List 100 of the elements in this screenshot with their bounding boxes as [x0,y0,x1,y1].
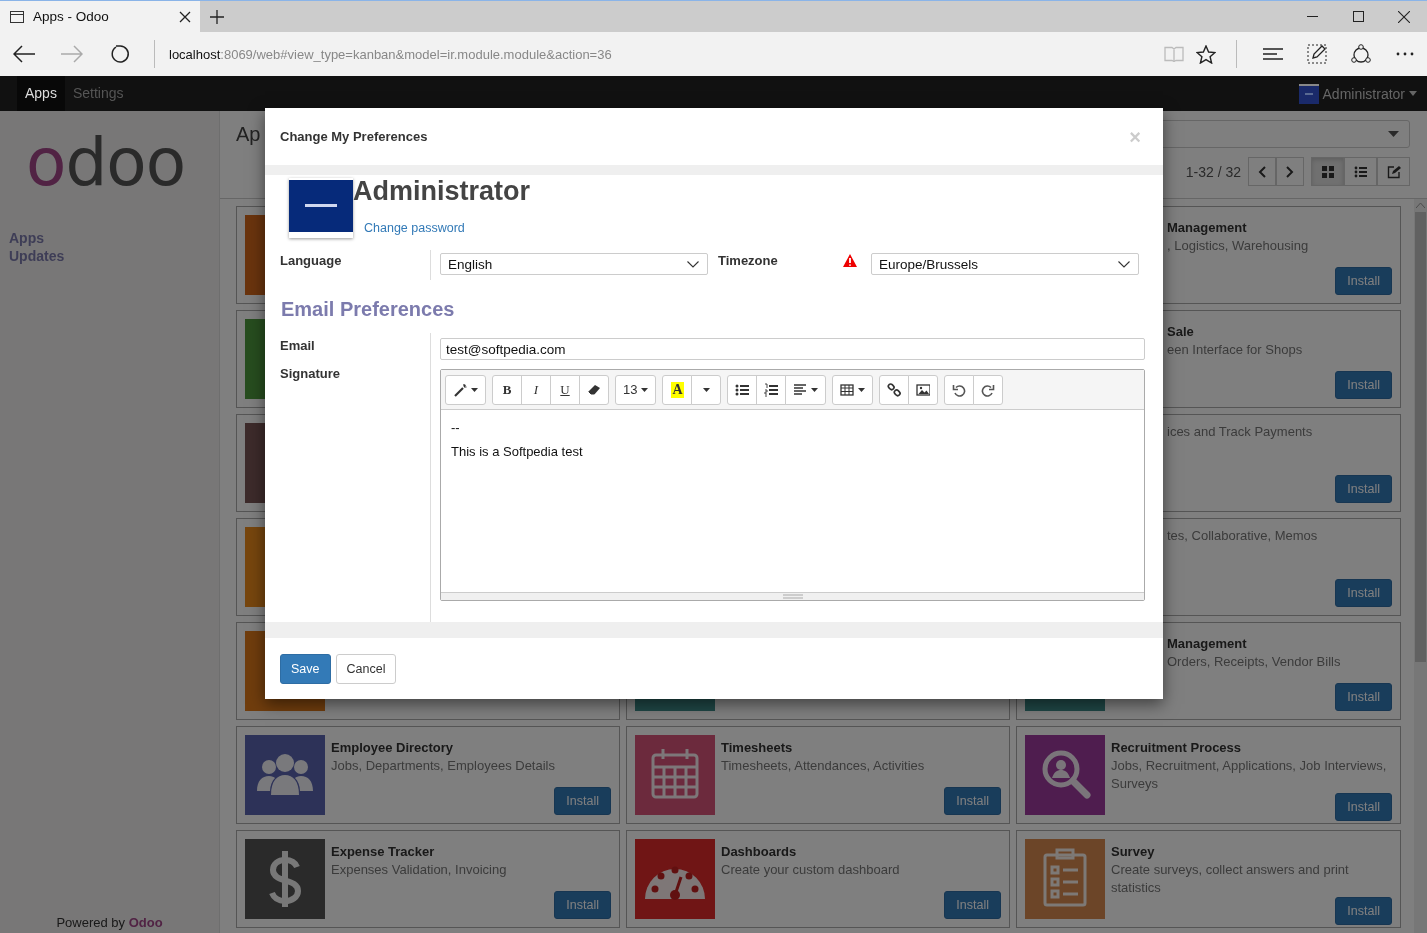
more-icon[interactable] [1396,52,1414,56]
page-icon [10,10,24,23]
language-select[interactable]: English [440,253,708,275]
form-view-button[interactable] [1377,157,1410,186]
app-summary: Create surveys, collect answers and print statistics [1111,861,1350,897]
kanban-view-button[interactable] [1311,157,1344,186]
note-icon[interactable] [1307,44,1327,64]
grid-icon [1320,164,1335,179]
odoo-link[interactable]: Odoo [128,915,163,930]
table-button[interactable] [832,374,874,405]
install-button[interactable]: Install [1335,683,1392,711]
maximize-icon[interactable] [1352,11,1364,22]
dialog-title: Change My Preferences [280,129,428,144]
people-icon [245,735,325,815]
image-icon [916,382,931,397]
install-button[interactable]: Install [554,787,611,815]
link-button[interactable] [879,374,910,405]
section-heading: Email Preferences [281,297,456,321]
eraser-button[interactable] [579,374,609,405]
resize-grip-icon[interactable] [782,594,803,599]
app-title: Management [1167,635,1248,653]
share-icon[interactable] [1350,44,1372,64]
install-button[interactable]: Install [1335,475,1392,503]
next-button[interactable] [1276,157,1304,186]
dollar-icon [245,839,325,919]
caret-icon [1388,131,1399,137]
install-button[interactable]: Install [944,787,1001,815]
scrollbar[interactable] [1414,199,1427,933]
install-button[interactable]: Install [554,891,611,919]
wand-icon [453,382,467,397]
timezone-select[interactable]: Europe/Brussels [871,253,1139,275]
eraser-icon [587,382,601,397]
wand-button[interactable] [445,374,486,405]
field-label: Timezone [718,253,779,268]
calendar-icon [635,735,715,815]
app-summary: Expenses Validation, Invoicing [331,861,508,879]
cancel-button[interactable]: Cancel [335,653,397,684]
undo-button[interactable] [944,374,975,405]
back-arrow-icon[interactable] [13,45,35,63]
signature-editor[interactable]: -- This is a Softpedia test [441,410,1144,592]
list-view-button[interactable] [1344,157,1377,186]
numbered-list-button[interactable] [756,374,787,405]
sidebar-item[interactable]: Updates [0,247,219,265]
app-summary: een Interface for Shops [1167,341,1304,359]
bold-button[interactable]: B [492,374,522,405]
change-password-link[interactable]: Change password [364,221,1145,238]
list-icon [1353,164,1368,179]
signature-text: -- [451,420,461,436]
browser-tab[interactable]: Apps - Odoo [0,1,200,32]
underline-button[interactable]: U [550,374,580,405]
font-size-button[interactable]: 13 [615,374,657,405]
email-field[interactable]: test@softpedia.com [440,338,1145,360]
menu-item[interactable]: Apps [17,76,65,111]
logo: odoo [25,123,187,203]
close-icon[interactable] [179,10,191,23]
gauge-icon [635,839,715,919]
app-title: Survey [1111,843,1156,861]
table-icon [840,382,855,397]
edit-icon [1386,164,1401,179]
install-button[interactable]: Install [1335,371,1392,399]
breadcrumb[interactable]: Ap [236,122,261,146]
chevron-right-icon [1286,165,1294,178]
menu-item[interactable]: Settings [64,76,132,111]
address-field[interactable]: localhost:8069/web#view_type=kanban&model=ir.module.module&action=36 [169,46,612,62]
close-icon[interactable] [1398,10,1410,23]
install-button[interactable]: Install [1335,267,1392,295]
star-icon[interactable] [1196,44,1216,64]
app-summary: Create your custom dashboard [721,861,901,879]
pager-text: 1-32 / 32 [1185,163,1241,180]
bullet-list-button[interactable] [727,374,758,405]
caret-icon [702,387,710,392]
clipboard-icon [1025,839,1105,919]
plus-icon[interactable] [210,9,224,24]
app-summary: Jobs, Departments, Employees Details [331,757,556,775]
refresh-icon[interactable] [110,44,130,64]
italic-button[interactable]: I [521,374,551,405]
align-left-button[interactable] [785,374,827,405]
sidebar-item[interactable]: Apps [0,229,219,247]
caret-icon [811,387,819,392]
app-summary: Timesheets, Attendances, Activities [721,757,926,775]
caret-icon [641,387,649,392]
install-button[interactable]: Install [944,891,1001,919]
image-button[interactable] [908,374,939,405]
undo-icon [952,382,967,397]
link-icon [887,382,902,397]
text-color-button[interactable]: A [662,374,693,405]
save-button[interactable]: Save [280,653,331,684]
numbered-list-icon [764,382,779,397]
install-button[interactable]: Install [1335,897,1392,925]
install-button[interactable]: Install [1335,579,1392,607]
install-button[interactable]: Install [1335,793,1392,821]
field-label: Language [280,250,431,280]
user-menu[interactable]: Administrator [1298,76,1417,111]
previous-button[interactable] [1248,157,1276,186]
redo-button[interactable] [973,374,1004,405]
chevron-down-icon [1118,260,1130,268]
app-title: Dashboards [721,843,798,861]
tab-title: Apps - Odoo [33,9,110,24]
app-title: Timesheets [721,739,794,757]
hub-icon[interactable] [1263,47,1283,61]
